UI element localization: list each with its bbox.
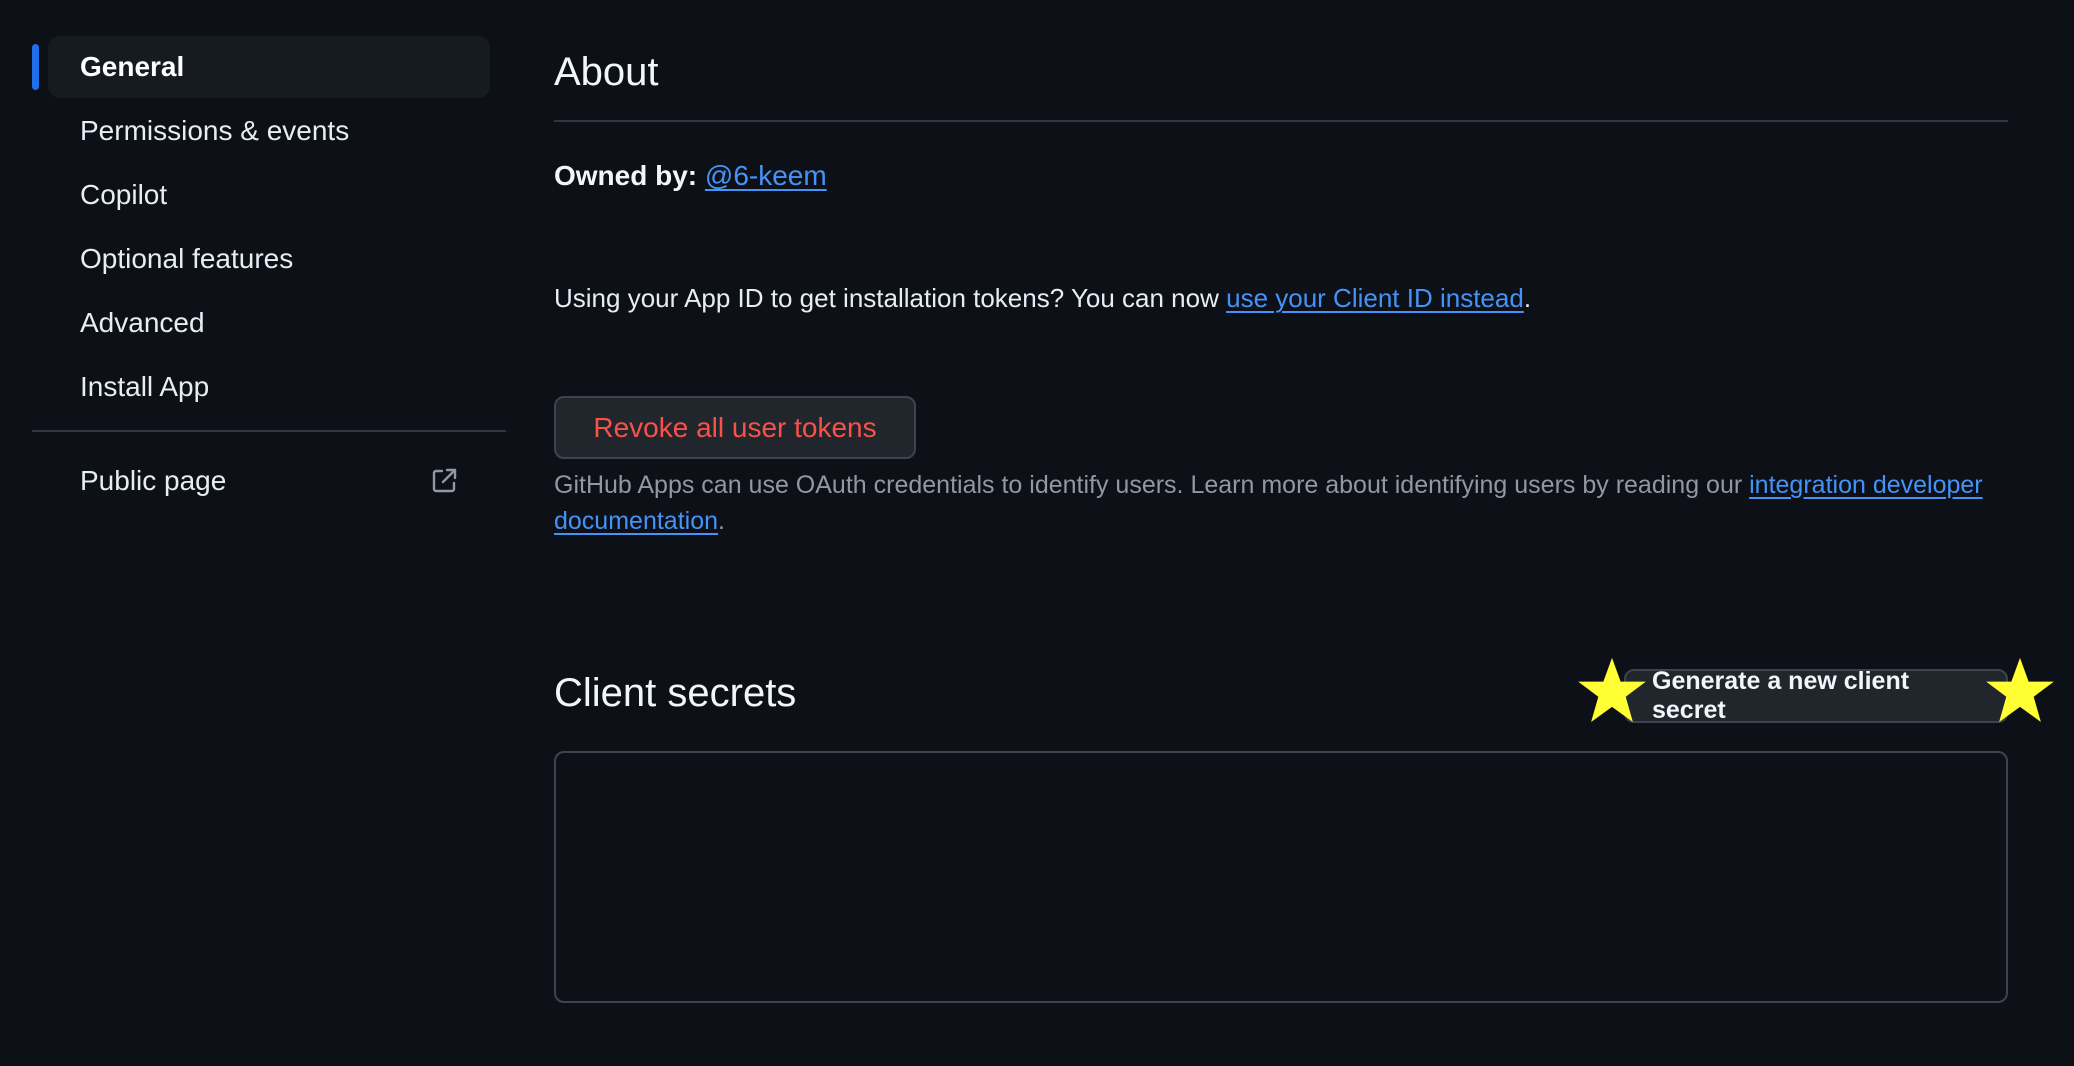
- settings-page: General Permissions & events Copilot Opt…: [0, 0, 2074, 1066]
- oauth-note: GitHub Apps can use OAuth credentials to…: [554, 467, 1994, 539]
- app-id-note-period: .: [1523, 283, 1532, 313]
- owned-by-label: Owned by:: [554, 160, 698, 191]
- client-secrets-heading: Client secrets: [554, 671, 797, 715]
- app-id-note: Using your App ID to get installation to…: [554, 278, 2008, 318]
- sidebar-item-general[interactable]: General: [32, 36, 490, 98]
- sidebar-item-label: Permissions & events: [80, 115, 350, 146]
- external-link-icon: [430, 467, 458, 495]
- sidebar-item-label: Install App: [80, 371, 210, 402]
- client-id-link[interactable]: use your Client ID instead: [1226, 283, 1524, 313]
- main-content: About Owned by: @6-keem Using your App I…: [554, 36, 2054, 1003]
- oauth-note-period: .: [718, 507, 725, 535]
- sidebar-item-install-app[interactable]: Install App: [48, 356, 490, 418]
- client-secrets-header: Client secrets Generate a new client sec…: [554, 657, 2054, 724]
- revoke-all-user-tokens-button[interactable]: Revoke all user tokens: [554, 396, 916, 459]
- sidebar-item-permissions-events[interactable]: Permissions & events: [48, 100, 490, 162]
- sidebar-item-label: Public page: [80, 465, 227, 496]
- app-id-note-text: Using your App ID to get installation to…: [554, 283, 1227, 313]
- generate-client-secret-button[interactable]: Generate a new client secret: [1624, 667, 2008, 724]
- sidebar-item-label: Copilot: [80, 179, 168, 210]
- settings-sidebar: General Permissions & events Copilot Opt…: [32, 36, 506, 512]
- owner-link[interactable]: @6-keem: [705, 160, 827, 191]
- sidebar-item-public-page[interactable]: Public page: [48, 450, 490, 512]
- sidebar-item-copilot[interactable]: Copilot: [48, 164, 490, 226]
- sidebar-item-label: Advanced: [80, 307, 205, 338]
- star-icon: [1578, 657, 1646, 722]
- oauth-note-text: GitHub Apps can use OAuth credentials to…: [554, 471, 1750, 499]
- about-heading: About: [554, 50, 659, 94]
- sidebar-item-advanced[interactable]: Advanced: [48, 292, 490, 354]
- star-icon: [1986, 657, 2054, 722]
- sidebar-item-label: General: [80, 51, 185, 82]
- sidebar-item-optional-features[interactable]: Optional features: [48, 228, 490, 290]
- client-secrets-list: [554, 751, 2008, 1003]
- owned-by: Owned by: @6-keem: [554, 156, 2008, 196]
- sidebar-item-label: Optional features: [80, 243, 294, 274]
- sidebar-divider: [32, 430, 506, 432]
- about-divider: [554, 120, 2008, 122]
